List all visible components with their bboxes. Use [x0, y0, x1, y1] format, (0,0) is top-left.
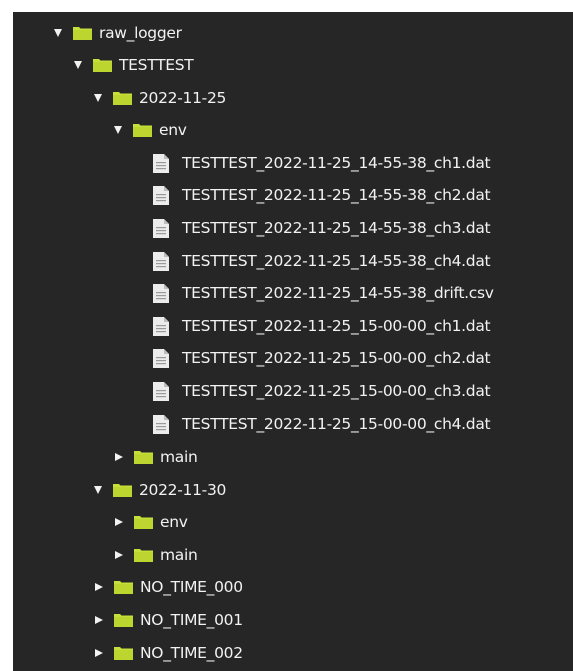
- tree-folder-label: env: [159, 121, 187, 139]
- tree-file-label: TESTTEST_2022-11-25_15-00-00_ch1.dat: [182, 317, 491, 335]
- file-icon: [153, 316, 169, 336]
- tree-folder-no-time-000[interactable]: NO_TIME_000: [94, 576, 243, 598]
- tree-file[interactable]: TESTTEST_2022-11-25_14-55-38_drift.csv: [153, 282, 494, 304]
- chevron-down-icon[interactable]: [114, 126, 122, 134]
- file-icon: [153, 381, 169, 401]
- chevron-right-icon[interactable]: [115, 551, 123, 559]
- tree-file-label: TESTTEST_2022-11-25_15-00-00_ch2.dat: [182, 349, 491, 367]
- file-icon: [153, 153, 169, 173]
- tree-folder-env[interactable]: env: [114, 119, 187, 141]
- tree-file-label: TESTTEST_2022-11-25_14-55-38_ch3.dat: [182, 219, 491, 237]
- tree-folder-main[interactable]: main: [114, 544, 198, 566]
- chevron-down-icon[interactable]: [74, 61, 82, 69]
- chevron-down-icon[interactable]: [94, 94, 102, 102]
- file-tree: raw_logger TESTTEST 2022-11-25 env TESTT…: [13, 12, 573, 671]
- tree-folder-main[interactable]: main: [114, 446, 198, 468]
- tree-file-label: TESTTEST_2022-11-25_14-55-38_ch2.dat: [182, 186, 491, 204]
- tree-folder-label: main: [160, 448, 198, 466]
- file-icon: [153, 185, 169, 205]
- tree-file[interactable]: TESTTEST_2022-11-25_14-55-38_ch3.dat: [153, 217, 491, 239]
- folder-icon: [114, 646, 133, 660]
- tree-folder-label: env: [160, 513, 188, 531]
- tree-folder-raw-logger[interactable]: raw_logger: [54, 22, 182, 44]
- tree-folder-label: 2022-11-30: [139, 481, 227, 499]
- tree-file[interactable]: TESTTEST_2022-11-25_14-55-38_ch2.dat: [153, 184, 491, 206]
- folder-icon: [114, 613, 133, 627]
- tree-folder-2022-11-25[interactable]: 2022-11-25: [94, 87, 226, 109]
- folder-icon: [134, 450, 153, 464]
- tree-folder-label: NO_TIME_002: [140, 644, 243, 662]
- chevron-right-icon[interactable]: [95, 616, 103, 624]
- file-icon: [153, 414, 169, 434]
- file-tree-panel: raw_logger TESTTEST 2022-11-25 env TESTT…: [13, 12, 573, 671]
- tree-folder-label: main: [160, 546, 198, 564]
- folder-icon: [113, 483, 132, 497]
- file-icon: [153, 251, 169, 271]
- tree-folder-label: TESTTEST: [119, 56, 194, 74]
- file-icon: [153, 348, 169, 368]
- tree-folder-label: raw_logger: [99, 24, 182, 42]
- tree-file-label: TESTTEST_2022-11-25_14-55-38_ch4.dat: [182, 252, 491, 270]
- tree-folder-no-time-001[interactable]: NO_TIME_001: [94, 609, 243, 631]
- tree-folder-2022-11-30[interactable]: 2022-11-30: [94, 479, 226, 501]
- tree-file[interactable]: TESTTEST_2022-11-25_15-00-00_ch4.dat: [153, 413, 491, 435]
- tree-file-label: TESTTEST_2022-11-25_14-55-38_ch1.dat: [182, 154, 491, 172]
- tree-folder-label: NO_TIME_000: [140, 578, 243, 596]
- tree-file-label: TESTTEST_2022-11-25_15-00-00_ch4.dat: [182, 415, 491, 433]
- tree-folder-label: 2022-11-25: [139, 89, 227, 107]
- folder-icon: [113, 91, 132, 105]
- chevron-right-icon[interactable]: [115, 518, 123, 526]
- tree-file[interactable]: TESTTEST_2022-11-25_15-00-00_ch3.dat: [153, 380, 491, 402]
- chevron-down-icon[interactable]: [94, 486, 102, 494]
- chevron-right-icon[interactable]: [95, 583, 103, 591]
- tree-folder-env[interactable]: env: [114, 511, 188, 533]
- folder-icon: [114, 580, 133, 594]
- folder-icon: [93, 58, 112, 72]
- chevron-right-icon[interactable]: [95, 649, 103, 657]
- tree-folder-testtest[interactable]: TESTTEST: [74, 54, 194, 76]
- tree-file-label: TESTTEST_2022-11-25_15-00-00_ch3.dat: [182, 382, 491, 400]
- folder-icon: [73, 26, 92, 40]
- folder-icon: [134, 548, 153, 562]
- folder-icon: [134, 515, 153, 529]
- tree-file[interactable]: TESTTEST_2022-11-25_14-55-38_ch4.dat: [153, 250, 491, 272]
- tree-file-label: TESTTEST_2022-11-25_14-55-38_drift.csv: [182, 284, 494, 302]
- chevron-down-icon[interactable]: [54, 29, 62, 37]
- folder-icon: [133, 123, 152, 137]
- tree-file[interactable]: TESTTEST_2022-11-25_15-00-00_ch1.dat: [153, 315, 491, 337]
- file-icon: [153, 218, 169, 238]
- tree-file[interactable]: TESTTEST_2022-11-25_14-55-38_ch1.dat: [153, 152, 491, 174]
- file-icon: [153, 283, 169, 303]
- tree-folder-no-time-002[interactable]: NO_TIME_002: [94, 642, 243, 664]
- screenshot-frame: raw_logger TESTTEST 2022-11-25 env TESTT…: [0, 0, 573, 671]
- chevron-right-icon[interactable]: [115, 453, 123, 461]
- tree-folder-label: NO_TIME_001: [140, 611, 243, 629]
- tree-file[interactable]: TESTTEST_2022-11-25_15-00-00_ch2.dat: [153, 347, 491, 369]
